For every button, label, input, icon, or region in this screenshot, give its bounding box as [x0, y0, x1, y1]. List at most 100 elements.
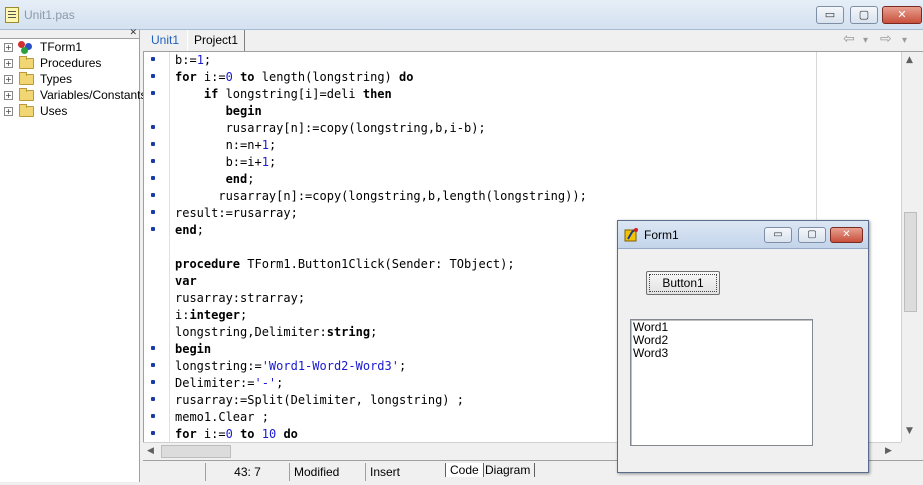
code-explorer-tree: + TForm1 + Procedures + Types + Variables/Const…: [0, 39, 147, 119]
folder-icon: [19, 56, 34, 69]
folder-icon: [19, 88, 34, 101]
back-dropdown-icon[interactable]: ▾: [863, 35, 868, 46]
breakpoint-dot-icon[interactable]: [151, 176, 155, 180]
forward-dropdown-icon[interactable]: ▾: [902, 35, 907, 46]
folder-icon: [19, 104, 34, 117]
breakpoint-dot-icon[interactable]: [151, 74, 155, 78]
expand-icon[interactable]: +: [4, 107, 13, 116]
breakpoint-dot-icon[interactable]: [151, 397, 155, 401]
code-explorer-header: ✕: [0, 28, 139, 39]
form1-close-button[interactable]: ✕: [830, 227, 863, 243]
minimize-button[interactable]: ▭: [816, 6, 844, 24]
breakpoint-dot-icon[interactable]: [151, 193, 155, 197]
code-text: procedure TForm1.Button1Click(Sender: TO…: [175, 257, 515, 271]
breakpoint-dot-icon[interactable]: [151, 91, 155, 95]
code-text: Delimiter:='-';: [175, 376, 284, 390]
breakpoint-dot-icon[interactable]: [151, 159, 155, 163]
breakpoint-dot-icon[interactable]: [151, 346, 155, 350]
form1-title: Form1: [644, 228, 679, 242]
folder-icon: [19, 72, 34, 85]
code-text: for i:=0 to 10 do: [175, 427, 298, 441]
scroll-right-icon[interactable]: ▶: [885, 446, 892, 456]
tree-item-label: Variables/Constants: [40, 88, 147, 102]
form1-maximize-button[interactable]: ▢: [798, 227, 826, 243]
code-text: longstring:='Word1-Word2-Word3';: [175, 359, 407, 373]
vertical-scroll-thumb[interactable]: [904, 212, 917, 312]
code-text: begin: [225, 104, 262, 118]
breakpoint-dot-icon[interactable]: [151, 414, 155, 418]
breakpoint-dot-icon[interactable]: [151, 210, 155, 214]
form1-minimize-button[interactable]: ▭: [764, 227, 792, 243]
code-line[interactable]: b:=i+1;: [144, 154, 901, 171]
code-text: rusarray[n]:=copy(longstring,b,length(lo…: [175, 189, 587, 203]
code-line[interactable]: rusarray[n]:=copy(longstring,b,length(lo…: [144, 188, 901, 205]
form1-titlebar: Form1 ▭ ▢ ✕: [618, 221, 868, 249]
code-text: rusarray[n]:=copy(longstring,b,i-b);: [175, 121, 486, 135]
code-line[interactable]: if longstring[i]=deli then: [144, 86, 901, 103]
code-text: rusarray:=Split(Delimiter, longstring) ;: [175, 393, 464, 407]
code-text: end;: [225, 172, 255, 186]
breakpoint-dot-icon[interactable]: [151, 380, 155, 384]
code-line[interactable]: end;: [144, 171, 901, 188]
expand-icon[interactable]: +: [4, 91, 13, 100]
scroll-down-icon[interactable]: ▼: [906, 426, 913, 436]
breakpoint-dot-icon[interactable]: [151, 57, 155, 61]
breakpoint-dot-icon[interactable]: [151, 142, 155, 146]
class-icon: [18, 41, 34, 54]
expand-icon[interactable]: +: [4, 59, 13, 68]
code-line[interactable]: rusarray[n]:=copy(longstring,b,i-b);: [144, 120, 901, 137]
maximize-button[interactable]: ▢: [850, 6, 878, 24]
editor-tabs: Unit1 Project1 ⇦ ▾ ⇨ ▾: [143, 30, 923, 52]
code-text: n:=n+1;: [175, 138, 277, 152]
breakpoint-dot-icon[interactable]: [151, 227, 155, 231]
breakpoint-dot-icon[interactable]: [151, 363, 155, 367]
tab-project1[interactable]: Project1: [187, 30, 246, 51]
code-text: var: [175, 274, 197, 288]
breakpoint-dot-icon[interactable]: [151, 125, 155, 129]
window-title: Unit1.pas: [24, 8, 75, 22]
expand-icon[interactable]: +: [4, 43, 13, 52]
code-text: i:integer;: [175, 308, 248, 322]
code-text: result:=rusarray;: [175, 206, 298, 220]
code-line[interactable]: begin: [144, 103, 901, 120]
tree-item-types[interactable]: + Types: [0, 71, 139, 87]
code-text: b:=1;: [175, 53, 212, 67]
unit-file-icon: [5, 7, 19, 23]
tab-unit1[interactable]: Unit1: [145, 30, 186, 51]
tree-item-variables-constants[interactable]: + Variables/Constants: [0, 87, 147, 103]
memo-line: Word3: [633, 346, 669, 360]
code-line[interactable]: n:=n+1;: [144, 137, 901, 154]
code-text: rusarray:strarray;: [175, 291, 306, 305]
memo1[interactable]: Word1 Word2 Word3: [630, 319, 813, 446]
tree-item-label: Types: [40, 72, 73, 86]
tree-item-uses[interactable]: + Uses: [0, 103, 139, 119]
modified-indicator: Modified: [289, 463, 365, 481]
tree-item-label: Uses: [40, 104, 68, 118]
code-text: longstring,Delimiter:string;: [175, 325, 378, 339]
close-icon[interactable]: ✕: [129, 28, 137, 38]
button1[interactable]: Button1: [646, 271, 720, 295]
scroll-up-icon[interactable]: ▲: [906, 55, 913, 65]
tree-item-procedures[interactable]: + Procedures: [0, 55, 139, 71]
forward-arrow-icon[interactable]: ⇨: [880, 31, 892, 47]
code-text: memo1.Clear ;: [175, 410, 269, 424]
vertical-scrollbar[interactable]: ▲ ▼: [901, 52, 918, 442]
tab-diagram[interactable]: Diagram: [481, 463, 536, 477]
code-text: end;: [175, 223, 204, 237]
code-line[interactable]: for i:=0 to length(longstring) do: [144, 69, 901, 86]
cursor-position: 43: 7: [205, 463, 289, 481]
close-button[interactable]: ✕: [882, 6, 922, 24]
delphi-app-icon: [624, 228, 638, 242]
horizontal-scroll-thumb[interactable]: [161, 445, 231, 458]
tree-item-tform1[interactable]: + TForm1: [0, 39, 139, 55]
tree-item-label: TForm1: [40, 40, 82, 54]
code-line[interactable]: b:=1;: [144, 52, 901, 69]
insert-mode-indicator: Insert: [365, 463, 441, 481]
scroll-left-icon[interactable]: ◀: [147, 446, 154, 456]
breakpoint-dot-icon[interactable]: [151, 431, 155, 435]
back-arrow-icon[interactable]: ⇦: [843, 31, 855, 47]
window-titlebar: Unit1.pas ▭ ▢ ✕: [0, 0, 923, 30]
code-explorer-pane: ✕ + TForm1 + Procedures + Types + Variables/Con…: [0, 28, 147, 482]
expand-icon[interactable]: +: [4, 75, 13, 84]
tab-code[interactable]: Code: [445, 463, 484, 477]
